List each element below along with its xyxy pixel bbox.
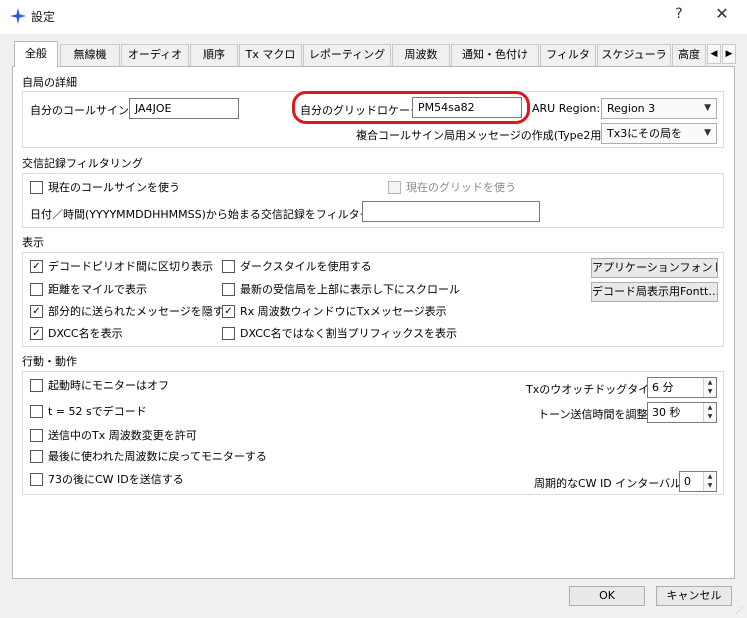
spin-arrows-icon[interactable]: ▲ ▼ (703, 403, 716, 422)
checkbox-box (30, 180, 43, 194)
date-filter-input[interactable] (362, 201, 540, 222)
ok-button[interactable]: OK (569, 586, 645, 606)
checkbox-label: t = 52 sでデコード (48, 405, 147, 418)
monitor-off-startup-checkbox[interactable]: 起動時にモニターはオフ (30, 378, 169, 395)
dark-style-checkbox[interactable]: ダークスタイルを使用する (222, 259, 372, 276)
checkbox-box (30, 449, 43, 463)
app-font-button[interactable]: アプリケーションフォント… (591, 258, 718, 278)
help-icon[interactable]: ? (671, 6, 687, 22)
tab-notifications-colors[interactable]: 通知・色付け (451, 44, 539, 66)
allow-tx-freq-change-checkbox[interactable]: 送信中のTx 周波数変更を許可 (30, 428, 197, 445)
cw-id-after-73-checkbox[interactable]: 73の後にCW IDを送信する (30, 472, 184, 489)
callsign-input[interactable]: JA4JOE (129, 98, 239, 119)
checkbox-box (222, 259, 235, 273)
tune-duration-value: 30 秒 (652, 406, 681, 419)
type2-label: 複合コールサイン局用メッセージの作成(Type2用): (356, 129, 610, 142)
tab-radio[interactable]: 無線機 (60, 44, 120, 66)
checkbox-box (222, 326, 235, 340)
checkbox-label: 送信中のTx 周波数変更を許可 (48, 429, 197, 442)
tx-messages-in-rx-window-checkbox[interactable]: ✓ Rx 周波数ウィンドウにTxメッセージ表示 (222, 304, 447, 321)
logfilter-section-title: 交信記録フィルタリング (22, 157, 143, 170)
type2-value: Tx3にその局を (607, 127, 683, 140)
cancel-button[interactable]: キャンセル (656, 586, 732, 606)
checkbox-label: 起動時にモニターはオフ (48, 379, 169, 392)
checkbox-label: Rx 周波数ウィンドウにTxメッセージ表示 (240, 305, 447, 318)
decode-at-52s-checkbox[interactable]: t = 52 sでデコード (30, 404, 147, 421)
checkbox-box (30, 404, 43, 418)
app-star-icon (10, 8, 26, 24)
window-title: 設定 (31, 10, 56, 24)
hide-partial-messages-checkbox[interactable]: ✓ 部分的に送られたメッセージを隠す (30, 304, 224, 321)
chevron-down-icon: ▼ (704, 103, 711, 113)
date-filter-label: 日付／時間(YYYYMMDDHHMMSS)から始まる交信記録をフィルター (30, 208, 371, 221)
check-icon: ✓ (30, 304, 43, 318)
title-bar (0, 0, 747, 34)
cw-id-interval-label: 周期的なCW ID インターバル: (534, 477, 685, 490)
decode-period-separator-checkbox[interactable]: ✓ デコードピリオド間に区切り表示 (30, 259, 213, 276)
tab-general[interactable]: 全般 (14, 41, 58, 67)
checkbox-label: DXCC名ではなく割当プリフィックスを表示 (240, 327, 458, 340)
check-icon: ✓ (30, 326, 43, 340)
tune-duration-spinbox[interactable]: 30 秒 ▲ ▼ (647, 402, 717, 423)
cw-id-interval-value: 0 (684, 475, 691, 488)
tab-advanced[interactable]: 高度 (672, 44, 706, 66)
aru-region-label: ARU Region: (532, 102, 601, 115)
checkbox-label: デコードピリオド間に区切り表示 (48, 260, 213, 273)
display-section-title: 表示 (22, 236, 44, 249)
spin-arrows-icon[interactable]: ▲ ▼ (703, 378, 716, 397)
show-dxcc-checkbox[interactable]: ✓ DXCC名を表示 (30, 326, 123, 343)
watchdog-spinbox[interactable]: 6 分 ▲ ▼ (647, 377, 717, 398)
checkbox-box (30, 282, 43, 296)
tab-tx-macros[interactable]: Tx マクロ (239, 44, 302, 66)
distance-miles-checkbox[interactable]: 距離をマイルで表示 (30, 282, 147, 299)
checkbox-label: 距離をマイルで表示 (48, 283, 147, 296)
resize-grip-icon[interactable]: ⋰ (735, 606, 745, 616)
newest-on-top-checkbox[interactable]: 最新の受信局を上部に表示し下にスクロール (222, 282, 460, 299)
checkbox-label: 最新の受信局を上部に表示し下にスクロール (240, 283, 460, 296)
tab-scroll-right-icon[interactable]: ▶ (722, 44, 736, 64)
tab-sequence[interactable]: 順序 (190, 44, 238, 66)
checkbox-label: ダークスタイルを使用する (240, 260, 372, 273)
check-icon: ✓ (222, 304, 235, 318)
check-icon: ✓ (30, 259, 43, 273)
checkbox-label: 最後に使われた周波数に戻ってモニターする (48, 450, 267, 463)
checkbox-box (30, 472, 43, 486)
use-current-grid-checkbox[interactable]: 現在のグリッドを使う (388, 180, 516, 197)
tab-scheduler[interactable]: スケジューラ (597, 44, 671, 66)
tune-duration-label: トーン送信時間を調整 (538, 408, 648, 421)
dxcc-prefix-checkbox[interactable]: DXCC名ではなく割当プリフィックスを表示 (222, 326, 458, 343)
checkbox-label: 現在のグリッドを使う (406, 181, 516, 194)
close-icon[interactable]: ✕ (712, 4, 732, 23)
watchdog-value: 6 分 (652, 381, 674, 394)
checkbox-box (30, 428, 43, 442)
checkbox-label: 現在のコールサインを使う (48, 181, 180, 194)
checkbox-label: DXCC名を表示 (48, 327, 123, 340)
use-current-callsign-checkbox[interactable]: 現在のコールサインを使う (30, 180, 180, 197)
return-last-freq-checkbox[interactable]: 最後に使われた周波数に戻ってモニターする (30, 449, 267, 466)
decode-font-button[interactable]: デコード局表示用Fontt… (591, 282, 718, 302)
checkbox-box (222, 282, 235, 296)
checkbox-box (388, 180, 401, 194)
checkbox-box (30, 378, 43, 392)
tab-scroll-left-icon[interactable]: ◀ (707, 44, 721, 64)
station-section-title: 自局の詳細 (22, 76, 77, 89)
checkbox-label: 部分的に送られたメッセージを隠す (48, 305, 224, 318)
tab-reporting[interactable]: レポーティング (303, 44, 391, 66)
callsign-label: 自分のコールサイン: (30, 104, 133, 117)
spin-arrows-icon[interactable]: ▲ ▼ (703, 472, 716, 491)
type2-select[interactable]: Tx3にその局を ▼ (601, 123, 717, 144)
tab-frequencies[interactable]: 周波数 (392, 44, 450, 66)
checkbox-label: 73の後にCW IDを送信する (48, 473, 184, 486)
behavior-section-title: 行動・動作 (22, 355, 77, 368)
tab-audio[interactable]: オーディオ (121, 44, 189, 66)
grid-highlight-annotation (292, 91, 530, 124)
aru-region-select[interactable]: Region 3 ▼ (601, 98, 717, 119)
chevron-down-icon: ▼ (704, 128, 711, 138)
aru-region-value: Region 3 (607, 102, 656, 115)
cw-id-interval-spinbox[interactable]: 0 ▲ ▼ (679, 471, 717, 492)
tab-filters[interactable]: フィルタ (540, 44, 596, 66)
